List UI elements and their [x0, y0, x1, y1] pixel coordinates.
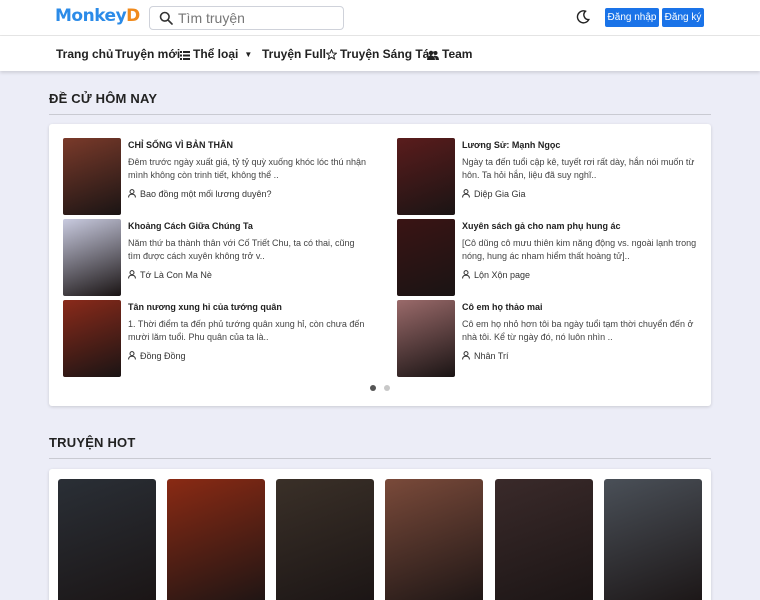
author-name: Tớ Là Con Ma Nè: [140, 270, 212, 280]
story-description: [Cô dũng cô mưu thiên kim năng động vs. …: [462, 238, 697, 261]
carousel-dot[interactable]: [384, 385, 390, 391]
author-name: Bao đồng một mối lương duyên?: [140, 189, 272, 199]
hot-story-cover[interactable]: [385, 479, 483, 600]
dark-mode-toggle-icon[interactable]: [576, 10, 590, 24]
story-author[interactable]: Bao đồng một mối lương duyên?: [128, 189, 272, 199]
story-cover[interactable]: [63, 300, 121, 377]
nav-new-stories[interactable]: Truyện mới: [115, 47, 180, 61]
hot-story-cover[interactable]: [495, 479, 593, 600]
user-icon: [128, 351, 136, 360]
story-author[interactable]: Đồng Đồng: [128, 351, 186, 361]
search-icon[interactable]: [159, 11, 173, 25]
author-name: Nhân Trí: [474, 351, 509, 361]
story-title[interactable]: Lương Sử: Mạnh Ngọc: [462, 140, 560, 150]
story-title[interactable]: Khoảng Cách Giữa Chúng Ta: [128, 221, 253, 231]
list-item[interactable]: Cô em họ thảo mai Cô em họ nhỏ hơn tôi b…: [397, 300, 697, 377]
nav-genres[interactable]: Thể loại ▼: [180, 47, 252, 61]
nav-creative[interactable]: Truyện Sáng Tác: [325, 47, 437, 61]
story-author[interactable]: Tớ Là Con Ma Nè: [128, 270, 212, 280]
user-icon: [462, 351, 470, 360]
recommend-divider: [49, 114, 711, 115]
main-nav: Trang chủ Truyện mới Thể loại ▼ Truyện Fu…: [0, 36, 760, 71]
story-cover[interactable]: [397, 219, 455, 296]
user-icon: [462, 189, 470, 198]
story-title[interactable]: Xuyên sách gả cho nam phụ hung ác: [462, 221, 621, 231]
hot-divider: [49, 458, 711, 459]
carousel-dot-active[interactable]: [370, 385, 376, 391]
hot-card: [49, 469, 711, 600]
story-author[interactable]: Diệp Gia Gia: [462, 189, 526, 199]
user-icon: [128, 189, 136, 198]
search-box: [149, 6, 344, 30]
story-cover[interactable]: [63, 138, 121, 215]
list-item[interactable]: Xuyên sách gả cho nam phụ hung ác [Cô dũ…: [397, 219, 697, 296]
logo-text-primary: Monkey: [55, 6, 127, 26]
star-icon: [325, 48, 338, 61]
user-icon: [128, 270, 136, 279]
story-author[interactable]: Lộn Xộn page: [462, 270, 530, 280]
story-title[interactable]: CHỈ SỐNG VÌ BẢN THÂN: [128, 140, 233, 150]
hot-story-cover[interactable]: [276, 479, 374, 600]
top-bar: MonkeyD Đăng nhập Đăng ký: [0, 0, 760, 36]
story-description: Ngày ta đến tuổi cập kê, tuyết rơi rất d…: [462, 157, 695, 180]
story-description: Đêm trước ngày xuất giá, tỷ tỷ quỳ xuống…: [128, 157, 367, 180]
recommend-card: CHỈ SỐNG VÌ BẢN THÂN Đêm trước ngày xuất…: [49, 124, 711, 406]
nav-full-stories[interactable]: Truyện Full: [262, 47, 326, 61]
hot-story-cover[interactable]: [604, 479, 702, 600]
story-description: Năm thứ ba thành thân với Cố Triết Chu, …: [128, 238, 355, 261]
nav-creative-label: Truyện Sáng Tác: [340, 47, 437, 61]
author-name: Diệp Gia Gia: [474, 189, 526, 199]
story-description: 1. Thời điểm ta đến phủ tướng quân xung …: [128, 319, 365, 342]
list-item[interactable]: Lương Sử: Mạnh Ngọc Ngày ta đến tuổi cập…: [397, 138, 697, 215]
hot-section-title: TRUYỆN HOT: [49, 435, 136, 450]
chevron-down-icon: ▼: [244, 50, 253, 59]
hot-story-cover[interactable]: [167, 479, 265, 600]
register-button[interactable]: Đăng ký: [662, 8, 704, 27]
story-cover[interactable]: [63, 219, 121, 296]
story-title[interactable]: Tân nương xung hỉ của tướng quân: [128, 302, 282, 312]
nav-home[interactable]: Trang chủ: [56, 47, 113, 61]
story-title[interactable]: Cô em họ thảo mai: [462, 302, 543, 312]
story-description: Cô em họ nhỏ hơn tôi ba ngày tuổi tạm th…: [462, 319, 694, 342]
hot-story-cover[interactable]: [58, 479, 156, 600]
author-name: Đồng Đồng: [140, 351, 186, 361]
story-cover[interactable]: [397, 300, 455, 377]
login-button[interactable]: Đăng nhập: [605, 8, 659, 27]
user-icon: [462, 270, 470, 279]
story-cover[interactable]: [397, 138, 455, 215]
author-name: Lộn Xộn page: [474, 270, 531, 280]
recommend-section-title: ĐỀ CỬ HÔM NAY: [49, 91, 158, 106]
users-icon: [427, 50, 439, 60]
list-item[interactable]: CHỈ SỐNG VÌ BẢN THÂN Đêm trước ngày xuất…: [63, 138, 366, 215]
nav-team[interactable]: Team: [427, 47, 472, 61]
list-item[interactable]: Khoảng Cách Giữa Chúng Ta Năm thứ ba thà…: [63, 219, 363, 296]
site-logo[interactable]: MonkeyD: [55, 6, 140, 26]
story-author[interactable]: Nhân Trí: [462, 351, 509, 361]
nav-genres-label: Thể loại: [193, 47, 239, 61]
nav-team-label: Team: [442, 47, 473, 61]
list-icon: [180, 51, 190, 60]
search-input[interactable]: [178, 9, 338, 27]
list-item[interactable]: Tân nương xung hỉ của tướng quân 1. Thời…: [63, 300, 364, 377]
logo-text-accent: D: [126, 6, 140, 26]
